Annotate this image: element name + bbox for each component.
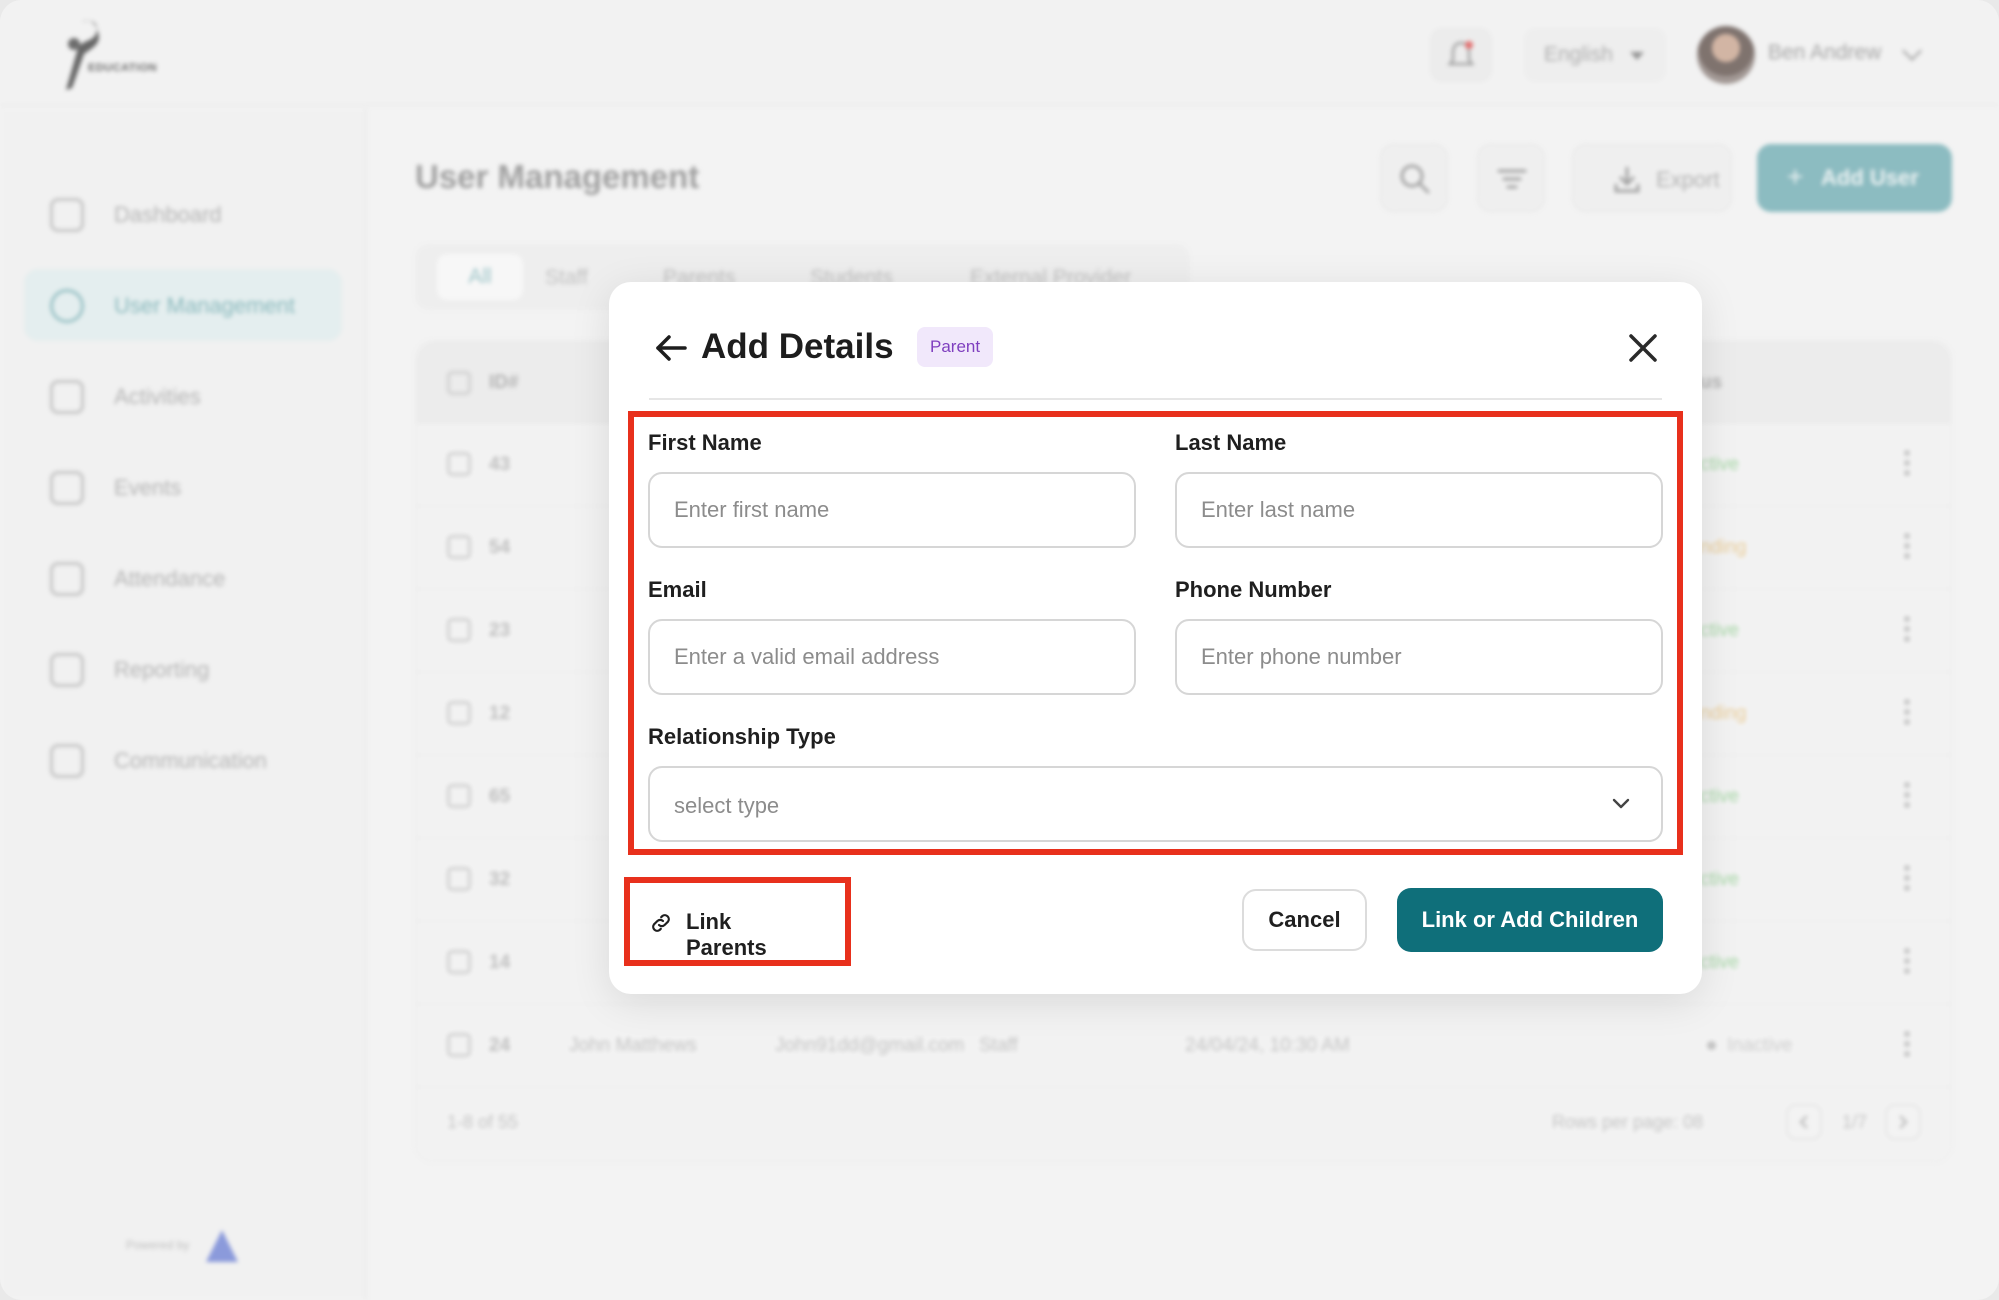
- link-parents-button[interactable]: Link Parents: [639, 886, 814, 960]
- phone-number-input[interactable]: [1177, 621, 1661, 693]
- close-button[interactable]: [1625, 330, 1661, 366]
- email-field[interactable]: [648, 619, 1136, 695]
- first-name-field[interactable]: [648, 472, 1136, 548]
- phone-number-label: Phone Number: [1175, 577, 1332, 602]
- modal-divider: [649, 398, 1662, 400]
- role-badge: Parent: [917, 327, 994, 367]
- first-name-label: First Name: [648, 430, 762, 455]
- add-details-modal: Add Details Parent First Name Last Name …: [609, 282, 1702, 994]
- cancel-button[interactable]: Cancel: [1242, 889, 1367, 951]
- chevron-down-icon: [1612, 798, 1630, 809]
- app-window: EDUCATION English Ben Andrew Dashboard Us…: [0, 0, 1999, 1300]
- arrow-left-icon: [656, 335, 687, 361]
- back-button[interactable]: [653, 330, 689, 366]
- first-name-input[interactable]: [650, 474, 1134, 546]
- email-input[interactable]: [650, 621, 1134, 693]
- modal-title: Add Details: [701, 327, 894, 366]
- relationship-type-label: Relationship Type: [648, 724, 836, 749]
- relationship-type-value: select type: [674, 793, 780, 818]
- phone-number-field[interactable]: [1175, 619, 1663, 695]
- last-name-field[interactable]: [1175, 472, 1663, 548]
- relationship-type-select[interactable]: select type: [648, 766, 1663, 842]
- link-icon: [652, 914, 670, 932]
- last-name-input[interactable]: [1177, 474, 1661, 546]
- email-label: Email: [648, 577, 707, 602]
- close-icon: [1629, 334, 1657, 362]
- link-parents-label: Link Parents: [686, 909, 767, 960]
- last-name-label: Last Name: [1175, 430, 1287, 455]
- link-or-add-children-button[interactable]: Link or Add Children: [1397, 888, 1663, 952]
